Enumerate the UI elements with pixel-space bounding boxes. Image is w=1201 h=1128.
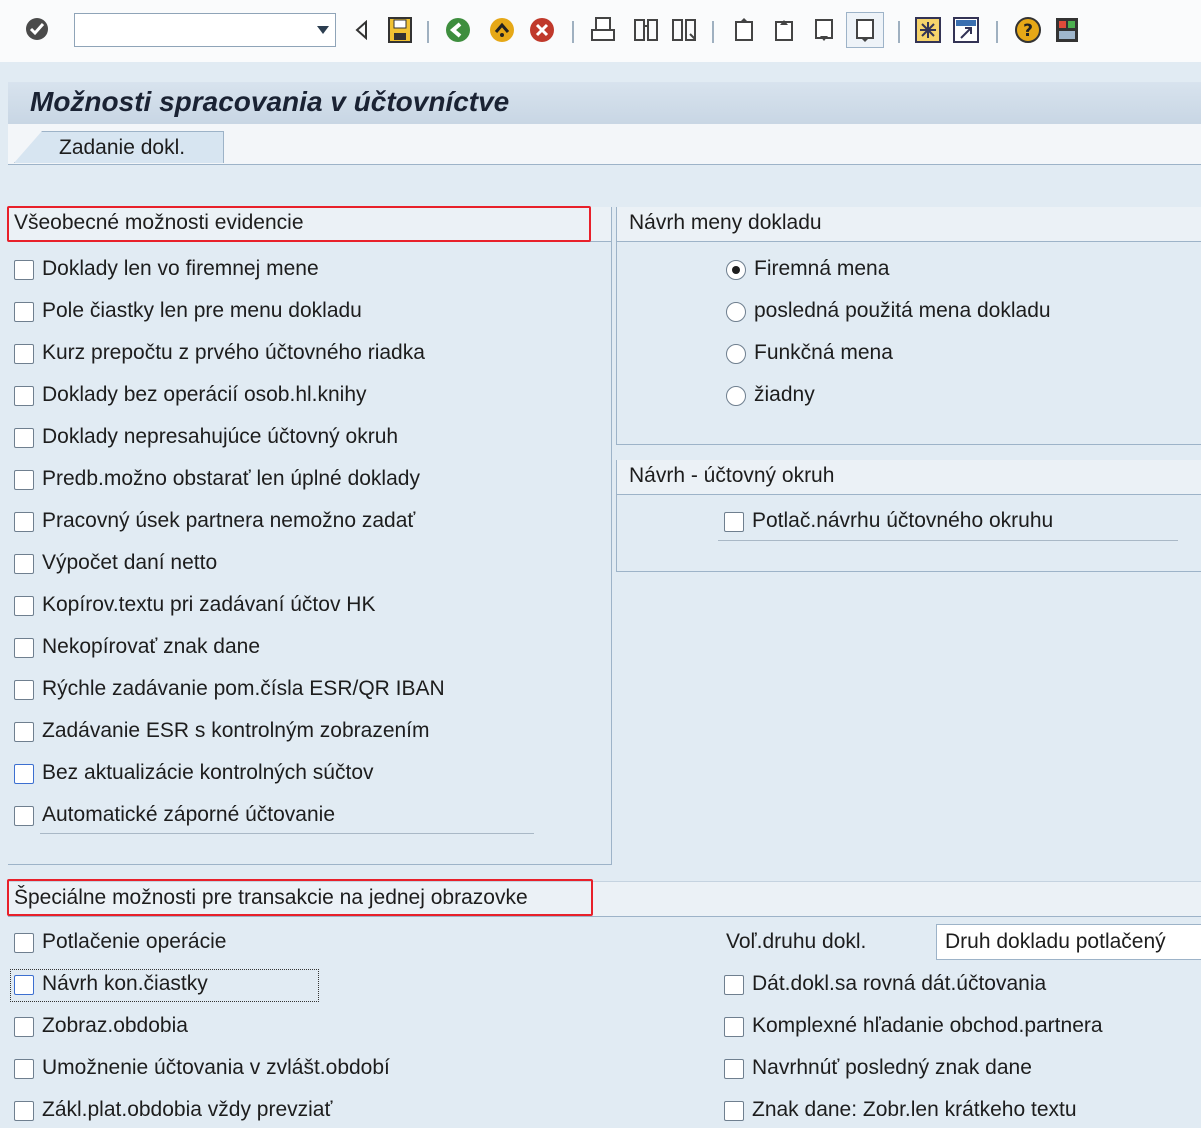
layout-menu-icon[interactable]	[1054, 16, 1080, 44]
checkbox[interactable]	[14, 386, 34, 406]
checkbox[interactable]	[724, 512, 744, 532]
option-label: Dát.dokl.sa rovná dát.účtovania	[752, 972, 1047, 995]
toolbar-separator	[572, 21, 574, 43]
checkbox[interactable]	[14, 638, 34, 658]
radio-button[interactable]	[726, 302, 746, 322]
checkbox[interactable]	[14, 260, 34, 280]
option-label: Nekopírovať znak dane	[42, 635, 261, 658]
checkbox[interactable]	[14, 596, 34, 616]
checkbox[interactable]	[14, 428, 34, 448]
checkbox[interactable]	[14, 806, 34, 826]
radio-label: Funkčná mena	[754, 341, 893, 364]
option-label: Potlačenie operácie	[42, 930, 227, 953]
find-icon[interactable]	[632, 16, 660, 44]
checkbox[interactable]	[14, 722, 34, 742]
checkbox[interactable]	[14, 554, 34, 574]
checkbox[interactable]	[14, 1101, 34, 1121]
last-page-button[interactable]	[846, 12, 884, 48]
checkbox[interactable]	[14, 470, 34, 490]
toolbar-separator	[996, 21, 998, 43]
option-label: Rýchle zadávanie pom.čísla ESR/QR IBAN	[42, 677, 445, 700]
option-label: Bez aktualizácie kontrolných súčtov	[42, 761, 374, 784]
toolbar-separator	[712, 21, 714, 43]
company-code-proposal-header: Návrh - účtovný okruh	[629, 464, 835, 487]
enter-icon[interactable]	[24, 16, 50, 42]
next-page-icon[interactable]	[810, 16, 838, 44]
command-field[interactable]	[74, 13, 336, 47]
radio-button[interactable]	[726, 344, 746, 364]
option-label: Výpočet daní netto	[42, 551, 218, 574]
option-label: Zákl.plat.obdobia vždy prevziať	[42, 1098, 333, 1121]
doc-type-field[interactable]: Druh dokladu potlačený	[936, 924, 1201, 960]
option-label: Automatické záporné účtovanie	[42, 803, 336, 826]
checkbox[interactable]	[14, 512, 34, 532]
option-label: Pole čiastky len pre menu dokladu	[42, 299, 362, 322]
option-label: Potlač.návrhu účtovného okruhu	[752, 509, 1054, 532]
checkbox[interactable]	[14, 1017, 34, 1037]
tab-document-entry[interactable]: Zadanie dokl.	[14, 131, 224, 163]
focus-indicator	[10, 969, 319, 1002]
group-header: Návrh - účtovný okruh	[617, 460, 1201, 495]
cancel-icon[interactable]	[528, 16, 556, 44]
divider	[718, 540, 1178, 541]
toolbar: ?	[0, 0, 1201, 62]
back-arrow-icon[interactable]	[354, 20, 368, 40]
checkbox[interactable]	[724, 1059, 744, 1079]
option-label: Pracovný úsek partnera nemožno zadať	[42, 509, 416, 532]
option-label: Doklady len vo firemnej mene	[42, 257, 319, 280]
chevron-down-icon[interactable]	[317, 26, 329, 34]
checkbox[interactable]	[724, 975, 744, 995]
checkbox[interactable]	[14, 933, 34, 953]
option-label: Doklady bez operácií osob.hl.knihy	[42, 383, 367, 406]
tab-label: Zadanie dokl.	[59, 136, 186, 159]
option-label: Predb.možno obstarať len úplné doklady	[42, 467, 420, 490]
option-label: Umožnenie účtovania v zvlášt.období	[42, 1056, 390, 1079]
option-label: Navrhnúť posledný znak dane	[752, 1056, 1032, 1079]
back-icon[interactable]	[444, 16, 472, 44]
group-header: Návrh meny dokladu	[617, 207, 1201, 242]
create-session-icon[interactable]	[914, 16, 942, 44]
title-bar: Možnosti spracovania v účtovníctve	[8, 82, 1201, 124]
radio-label: Firemná mena	[754, 257, 890, 280]
checkbox[interactable]	[14, 1059, 34, 1079]
checkbox[interactable]	[724, 1017, 744, 1037]
radio-label: posledná použitá mena dokladu	[754, 299, 1051, 322]
doc-type-value: Druh dokladu potlačený	[945, 930, 1166, 953]
exit-icon[interactable]	[488, 16, 516, 44]
checkbox[interactable]	[724, 1101, 744, 1121]
page-title: Možnosti spracovania v účtovníctve	[30, 86, 510, 117]
highlight-box	[7, 206, 591, 242]
option-label: Kopírov.textu pri zadávaní účtov HK	[42, 593, 376, 616]
print-icon[interactable]	[590, 16, 616, 44]
radio-button[interactable]	[726, 260, 746, 280]
checkbox[interactable]	[14, 764, 34, 784]
option-label: Znak dane: Zobr.len krátkeho textu	[752, 1098, 1077, 1121]
radio-label: žiadny	[754, 383, 815, 406]
toolbar-separator	[427, 21, 429, 43]
toolbar-separator	[898, 21, 900, 43]
previous-page-icon[interactable]	[770, 16, 798, 44]
option-label: Zadávanie ESR s kontrolným zobrazením	[42, 719, 430, 742]
last-page-icon	[856, 19, 874, 42]
option-label: Kurz prepočtu z prvého účtovného riadka	[42, 341, 425, 364]
shortcut-icon[interactable]	[952, 16, 980, 44]
currency-proposal-group: Návrh meny dokladu	[616, 207, 1201, 445]
command-input[interactable]	[79, 18, 303, 42]
checkbox[interactable]	[14, 344, 34, 364]
radio-button[interactable]	[726, 386, 746, 406]
checkbox[interactable]	[14, 680, 34, 700]
option-label: Doklady nepresahujúce účtovný okruh	[42, 425, 399, 448]
currency-proposal-header: Návrh meny dokladu	[629, 211, 822, 234]
save-icon[interactable]	[387, 16, 413, 44]
doc-type-label: Voľ.druhu dokl.	[726, 930, 867, 953]
highlight-box	[7, 879, 593, 916]
first-page-icon[interactable]	[730, 16, 758, 44]
checkbox[interactable]	[14, 302, 34, 322]
find-next-icon[interactable]	[670, 16, 698, 44]
divider	[40, 833, 534, 834]
option-label: Komplexné hľadanie obchod.partnera	[752, 1014, 1103, 1037]
svg-text:?: ?	[1023, 21, 1033, 41]
option-label: Zobraz.obdobia	[42, 1014, 188, 1037]
help-icon[interactable]: ?	[1014, 16, 1042, 44]
